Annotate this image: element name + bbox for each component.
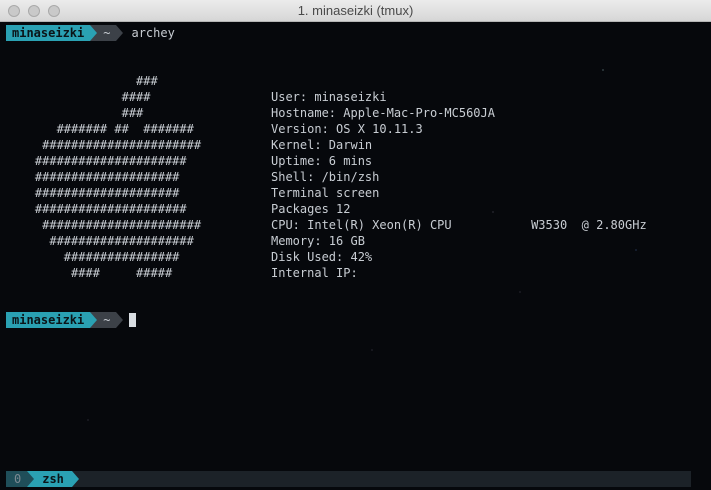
info-hostname: Hostname: Apple-Mac-Pro-MC560JA bbox=[271, 106, 495, 120]
prompt-line-2: minaseizki ~ bbox=[6, 312, 137, 328]
logo-line: ### bbox=[6, 74, 158, 88]
info-ip: Internal IP: bbox=[271, 266, 358, 280]
powerline-arrow-icon bbox=[90, 312, 98, 328]
logo-line: #### ##### bbox=[6, 266, 173, 280]
typed-command: archey bbox=[131, 26, 175, 40]
prompt-user-segment: minaseizki bbox=[6, 312, 91, 328]
info-packages: Packages 12 bbox=[271, 202, 351, 216]
window-title: 1. minaseizki (tmux) bbox=[297, 3, 414, 18]
powerline-arrow-icon bbox=[71, 471, 79, 487]
powerline-arrow-icon bbox=[116, 25, 124, 41]
terminal-window: 1. minaseizki (tmux) minaseizki ~ archey… bbox=[0, 0, 711, 490]
prompt-dir-segment: ~ bbox=[97, 25, 117, 41]
prompt-line-1: minaseizki ~ archey bbox=[6, 25, 175, 41]
info-terminal: Terminal screen bbox=[271, 186, 380, 200]
prompt-dir-segment: ~ bbox=[97, 312, 117, 328]
tmux-status-bar: 0 zsh bbox=[6, 471, 691, 487]
window-index: 0 bbox=[6, 471, 28, 487]
powerline-arrow-icon bbox=[27, 471, 35, 487]
info-user: User: minaseizki bbox=[271, 90, 387, 104]
logo-line: ################ bbox=[6, 250, 180, 264]
logo-line: #################### bbox=[6, 186, 180, 200]
title-bar: 1. minaseizki (tmux) bbox=[0, 0, 711, 22]
logo-line: #################### bbox=[6, 234, 194, 248]
info-memory: Memory: 16 GB bbox=[271, 234, 365, 248]
logo-line: ####### ## ####### bbox=[6, 122, 194, 136]
info-disk: Disk Used: 42% bbox=[271, 250, 373, 264]
powerline-arrow-icon bbox=[116, 312, 124, 328]
info-version: Version: OS X 10.11.3 bbox=[271, 122, 423, 136]
logo-line: #### bbox=[6, 90, 151, 104]
logo-line: #################### bbox=[6, 170, 180, 184]
info-shell: Shell: /bin/zsh bbox=[271, 170, 380, 184]
info-uptime: Uptime: 6 mins bbox=[271, 154, 373, 168]
logo-line: ### bbox=[6, 106, 144, 120]
powerline-arrow-icon bbox=[90, 25, 98, 41]
info-kernel: Kernel: Darwin bbox=[271, 138, 373, 152]
info-cpu: CPU: Intel(R) Xeon(R) CPU W3530 @ 2.80GH… bbox=[271, 218, 647, 232]
logo-line: ##################### bbox=[6, 202, 187, 216]
logo-line: ##################### bbox=[6, 154, 187, 168]
terminal-pane[interactable]: minaseizki ~ archey ### #### ### #######… bbox=[0, 22, 711, 490]
logo-line: ###################### bbox=[6, 218, 202, 232]
prompt-user-segment: minaseizki bbox=[6, 25, 91, 41]
window-tab-zsh[interactable]: zsh bbox=[34, 471, 72, 487]
logo-line: ###################### bbox=[6, 138, 202, 152]
text-cursor[interactable] bbox=[129, 313, 137, 327]
